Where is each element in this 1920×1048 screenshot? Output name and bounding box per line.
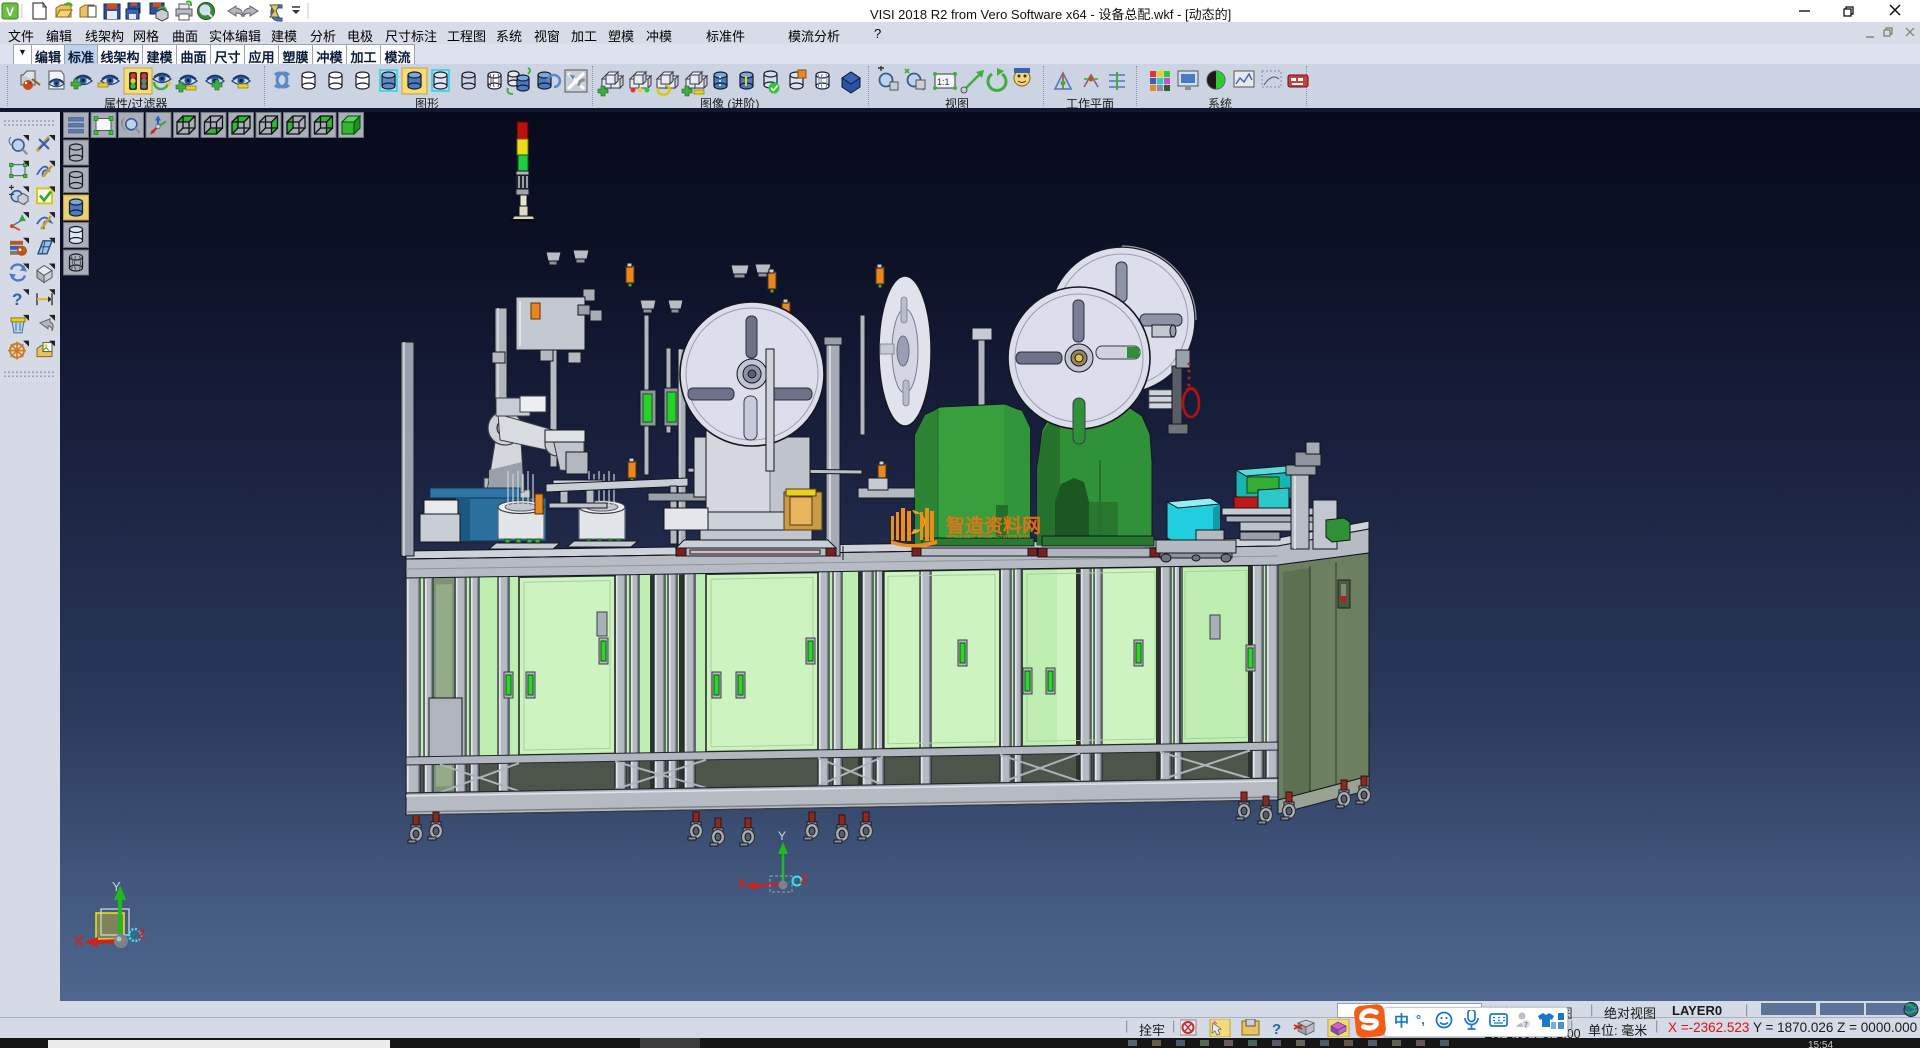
svg-text:INTELLIGENT MANUFACTURING DATA: INTELLIGENT MANUFACTURING DATA: [947, 534, 1031, 539]
svg-text:中: 中: [1394, 1012, 1409, 1030]
svg-text:?: ?: [1272, 1021, 1281, 1037]
svg-text:°,: °,: [1416, 1012, 1425, 1027]
svg-text:Y: Y: [778, 829, 786, 843]
svg-text:7: 7: [1524, 1022, 1528, 1029]
